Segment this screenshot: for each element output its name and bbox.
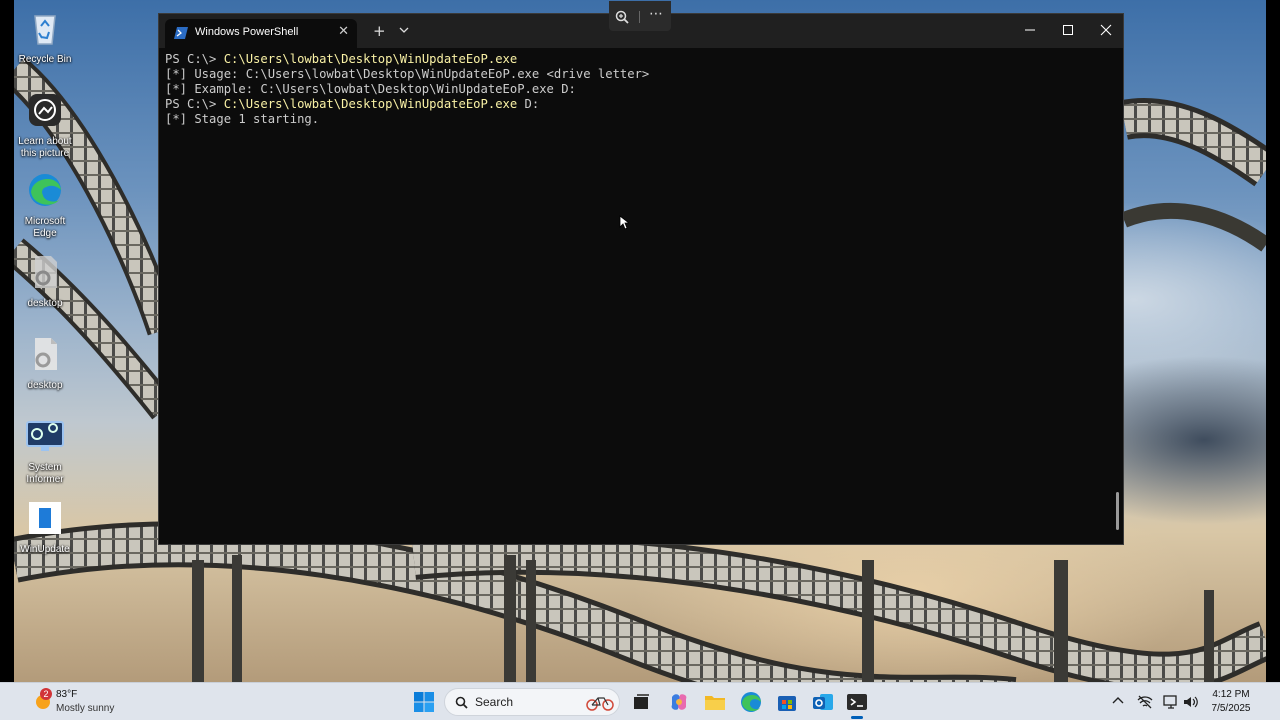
left-letterbox <box>0 0 14 682</box>
powershell-window[interactable]: Windows PowerShell ✕ + ⋯ PS C:\> C:\User… <box>158 1 1124 545</box>
executable-file-icon <box>29 502 61 534</box>
recycle-bin-shortcut[interactable]: Recycle Bin <box>14 8 76 66</box>
task-view-icon[interactable] <box>630 691 652 713</box>
winupdate-shortcut[interactable]: WinUpdate <box>14 498 76 556</box>
microsoft-edge-shortcut[interactable]: Microsoft Edge <box>14 170 76 240</box>
taskbar-search[interactable]: Search <box>444 688 620 716</box>
camera-info-icon <box>29 94 61 126</box>
display-icon[interactable] <box>1162 693 1180 711</box>
tab-title: Windows PowerShell <box>195 26 299 38</box>
powershell-icon <box>174 27 188 39</box>
system-clock[interactable]: 4:12 PM 7/5/2025 <box>1202 688 1260 716</box>
floating-toolbar: ⋯ <box>609 1 671 31</box>
desktop-icon-label: WinUpdate <box>20 544 70 555</box>
minimize-button[interactable] <box>1019 20 1041 40</box>
console-line-prompt: PS C:\> C:\Users\lowbat\Desktop\WinUpdat… <box>165 52 1109 67</box>
more-options-icon[interactable]: ⋯ <box>649 6 664 22</box>
system-informer-shortcut[interactable]: System Informer <box>14 416 76 486</box>
search-label: Search <box>475 695 514 709</box>
settings-file-icon <box>35 256 57 288</box>
console-line-output: [*] Stage 1 starting. <box>165 112 320 126</box>
weather-condition: Mostly sunny <box>56 703 115 714</box>
terminal-running-indicator <box>851 716 863 719</box>
bicycle-highlight-icon <box>586 697 614 711</box>
outlook-icon[interactable] <box>812 691 834 713</box>
console-output[interactable]: PS C:\> C:\Users\lowbat\Desktop\WinUpdat… <box>165 52 1109 538</box>
desktop-icon-label: Learn about this picture <box>18 136 72 159</box>
desktop-icon-label: Recycle Bin <box>18 54 72 65</box>
maximize-button[interactable] <box>1057 20 1079 40</box>
taskbar: 2 83°F Mostly sunny Search 4:12 PM 7/5/2… <box>0 682 1280 720</box>
edge-icon <box>29 174 61 206</box>
console-line-output: [*] Usage: C:\Users\lowbat\Desktop\WinUp… <box>165 67 650 81</box>
scrollbar-thumb[interactable] <box>1116 492 1119 530</box>
toolbar-divider <box>639 11 640 23</box>
settings-file-icon <box>35 338 57 370</box>
zoom-icon[interactable] <box>615 10 629 24</box>
weather-widget[interactable]: 2 83°F Mostly sunny <box>30 688 150 716</box>
desktop-file-shortcut-2[interactable]: desktop <box>14 334 76 392</box>
copilot-icon[interactable] <box>668 691 690 713</box>
prompt: PS C:\> <box>165 97 224 111</box>
start-button[interactable] <box>413 691 435 713</box>
close-window-button[interactable] <box>1095 20 1117 40</box>
notification-badge: 2 <box>40 688 52 700</box>
learn-about-picture-shortcut[interactable]: Learn about this picture <box>14 90 76 160</box>
command-text: C:\Users\lowbat\Desktop\WinUpdateEoP.exe <box>223 97 518 111</box>
right-letterbox <box>1266 0 1280 682</box>
mouse-pointer-icon <box>619 215 629 230</box>
search-icon <box>455 696 468 709</box>
edge-icon[interactable] <box>740 691 762 713</box>
system-informer-icon <box>26 421 64 451</box>
weather-temperature: 83°F <box>56 689 78 700</box>
window-titlebar[interactable]: Windows PowerShell ✕ + ⋯ <box>159 1 1123 48</box>
command-text: C:\Users\lowbat\Desktop\WinUpdateEoP.exe <box>223 52 518 66</box>
desktop-icon-label: Microsoft Edge <box>24 216 66 239</box>
chevron-down-icon[interactable] <box>399 25 409 35</box>
desktop-icon-label: desktop <box>27 298 63 309</box>
microsoft-store-icon[interactable] <box>776 691 798 713</box>
desktop-file-shortcut-1[interactable]: desktop <box>14 252 76 310</box>
clock-date: 7/5/2025 <box>1211 703 1251 714</box>
clock-time: 4:12 PM <box>1212 689 1250 700</box>
recycle-bin-icon <box>34 15 56 45</box>
file-explorer-icon[interactable] <box>704 691 726 713</box>
desktop-icon-label: System Informer <box>26 462 64 485</box>
console-line-output: [*] Example: C:\Users\lowbat\Desktop\Win… <box>165 82 576 96</box>
console-line-prompt: PS C:\> C:\Users\lowbat\Desktop\WinUpdat… <box>165 97 1109 112</box>
chevron-up-icon[interactable] <box>1112 695 1124 705</box>
terminal-icon[interactable] <box>846 691 868 713</box>
volume-icon[interactable] <box>1182 693 1200 711</box>
tab-windows-powershell[interactable]: Windows PowerShell ✕ <box>165 19 357 48</box>
prompt: PS C:\> <box>165 52 224 66</box>
command-args: D: <box>517 97 540 111</box>
new-tab-button[interactable]: + <box>373 23 386 39</box>
network-offline-icon[interactable] <box>1136 693 1154 711</box>
close-tab-icon[interactable]: ✕ <box>338 24 349 40</box>
desktop-icon-label: desktop <box>27 380 63 391</box>
